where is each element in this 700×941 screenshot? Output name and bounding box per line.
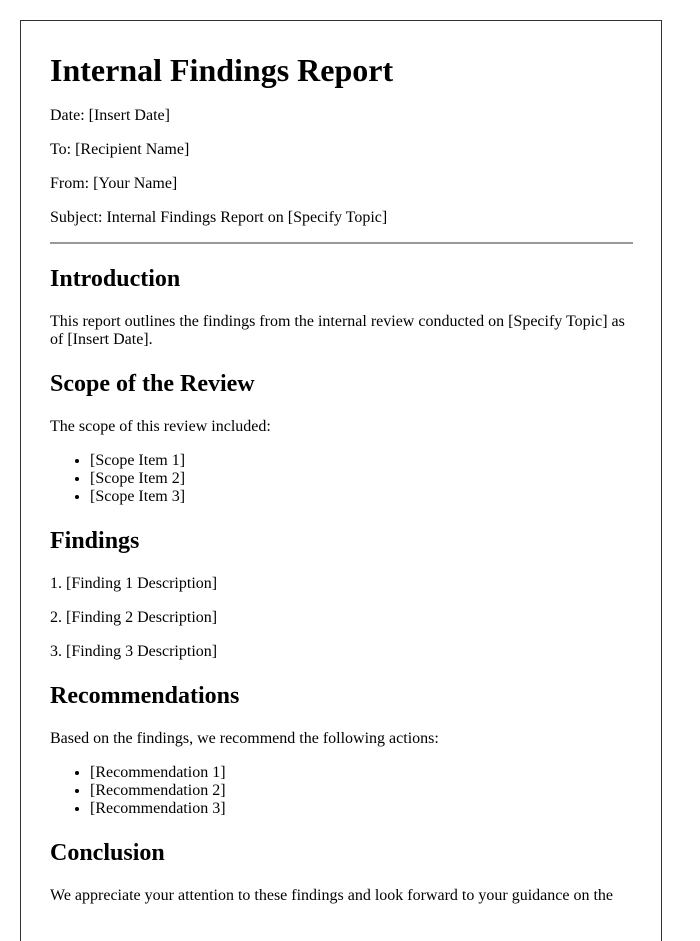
scope-item: [Scope Item 3] (90, 488, 632, 506)
meta-to: To: [Recipient Name] (50, 141, 190, 158)
scope-list: [Scope Item 1] [Scope Item 2] [Scope Ite… (50, 452, 632, 506)
findings-heading: Findings (50, 528, 140, 554)
meta-date: Date: [Insert Date] (50, 107, 170, 124)
introduction-heading: Introduction (50, 266, 181, 292)
scope-heading: Scope of the Review (50, 371, 255, 397)
meta-subject: Subject: Internal Findings Report on [Sp… (50, 209, 388, 226)
recommendations-intro: Based on the findings, we recommend the … (50, 730, 439, 747)
section-scope: Scope of the Review The scope of this re… (50, 370, 632, 506)
scope-item: [Scope Item 2] (90, 470, 632, 488)
recommendation-item: [Recommendation 3] (90, 800, 632, 818)
conclusion-heading: Conclusion (50, 840, 165, 866)
scope-item: [Scope Item 1] (90, 452, 632, 470)
report-meta: Date: [Insert Date] To: [Recipient Name]… (50, 107, 632, 227)
section-findings: Findings 1. [Finding 1 Description] 2. [… (50, 527, 632, 661)
finding-item: 3. [Finding 3 Description] (50, 643, 218, 660)
conclusion-text: We appreciate your attention to these fi… (50, 887, 613, 904)
section-recommendations: Recommendations Based on the findings, w… (50, 682, 632, 818)
meta-from: From: [Your Name] (50, 175, 178, 192)
finding-item: 1. [Finding 1 Description] (50, 575, 218, 592)
recommendation-item: [Recommendation 2] (90, 782, 632, 800)
introduction-text: This report outlines the findings from t… (50, 313, 625, 348)
section-conclusion: Conclusion We appreciate your attention … (50, 839, 632, 905)
finding-item: 2. [Finding 2 Description] (50, 609, 218, 626)
recommendations-heading: Recommendations (50, 683, 240, 709)
scope-intro: The scope of this review included: (50, 418, 271, 435)
recommendations-list: [Recommendation 1] [Recommendation 2] [R… (50, 764, 632, 818)
divider (50, 242, 633, 244)
recommendation-item: [Recommendation 1] (90, 764, 632, 782)
report-document: Internal Findings Report Date: [Insert D… (20, 20, 662, 941)
report-title: Internal Findings Report (50, 52, 394, 88)
section-introduction: Introduction This report outlines the fi… (50, 265, 632, 349)
